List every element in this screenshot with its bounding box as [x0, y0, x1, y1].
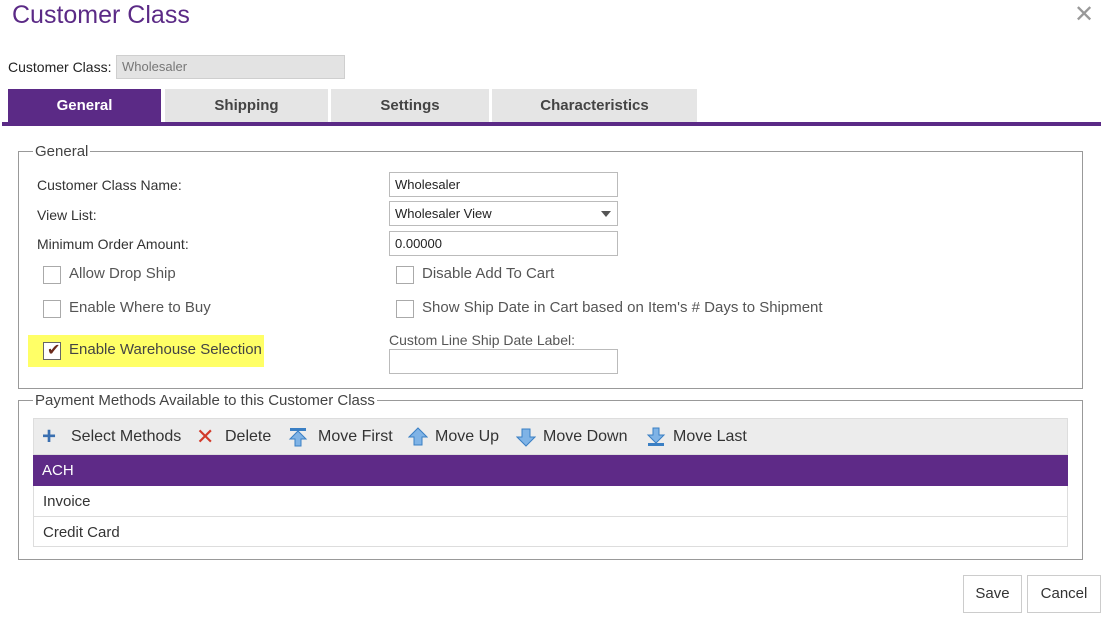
- customer-class-label: Customer Class:: [8, 59, 112, 75]
- save-button[interactable]: Save: [963, 575, 1022, 613]
- move-last-icon: [646, 419, 668, 455]
- allow-drop-ship-checkbox[interactable]: [43, 266, 61, 284]
- disable-add-to-cart-checkbox[interactable]: [396, 266, 414, 284]
- min-order-label: Minimum Order Amount:: [37, 236, 189, 252]
- move-last-button[interactable]: Move Last: [673, 419, 747, 455]
- tab-general[interactable]: General: [8, 89, 163, 122]
- disable-add-to-cart-label: Disable Add To Cart: [422, 265, 555, 282]
- enable-warehouse-selection-checkbox[interactable]: ✔: [43, 342, 61, 360]
- delete-icon: ✕: [196, 424, 215, 449]
- payment-methods-legend: Payment Methods Available to this Custom…: [35, 392, 375, 409]
- class-name-input[interactable]: Wholesaler: [389, 172, 618, 197]
- customer-class-field: Wholesaler: [116, 55, 345, 79]
- custom-ship-date-label: Custom Line Ship Date Label:: [389, 332, 575, 348]
- general-legend: General: [35, 143, 89, 160]
- payment-toolbar: + Select Methods ✕ Delete Move First Mov…: [33, 418, 1068, 455]
- move-first-icon: [288, 419, 310, 455]
- close-icon[interactable]: ✕: [1073, 3, 1095, 27]
- chevron-down-icon: [601, 211, 611, 217]
- checkmark-icon: ✔: [47, 342, 61, 359]
- min-order-input[interactable]: 0.00000: [389, 231, 618, 256]
- enable-where-to-buy-checkbox[interactable]: [43, 300, 61, 318]
- move-up-button[interactable]: Move Up: [435, 419, 499, 455]
- tab-shipping[interactable]: Shipping: [165, 89, 330, 122]
- table-row[interactable]: Credit Card: [33, 517, 1068, 547]
- move-first-button[interactable]: Move First: [318, 419, 393, 455]
- enable-warehouse-selection-label: Enable Warehouse Selection: [69, 341, 262, 358]
- tab-underline: [2, 122, 1101, 126]
- plus-icon: +: [42, 423, 57, 450]
- custom-ship-date-input[interactable]: [389, 349, 618, 374]
- allow-drop-ship-label: Allow Drop Ship: [69, 265, 176, 282]
- dialog-title: Customer Class: [12, 1, 190, 29]
- class-name-label: Customer Class Name:: [37, 177, 182, 193]
- table-row[interactable]: ACH: [33, 455, 1068, 486]
- enable-where-to-buy-label: Enable Where to Buy: [69, 299, 211, 316]
- tab-settings[interactable]: Settings: [331, 89, 491, 122]
- delete-button[interactable]: Delete: [225, 419, 271, 455]
- table-row[interactable]: Invoice: [33, 486, 1068, 517]
- move-down-button[interactable]: Move Down: [543, 419, 627, 455]
- view-list-label: View List:: [37, 207, 97, 223]
- show-ship-date-label: Show Ship Date in Cart based on Item's #…: [422, 299, 823, 316]
- view-list-select[interactable]: Wholesaler View: [389, 201, 618, 226]
- arrow-down-icon: [515, 419, 538, 455]
- arrow-up-icon: [407, 419, 430, 455]
- tab-characteristics[interactable]: Characteristics: [492, 89, 699, 122]
- select-methods-button[interactable]: Select Methods: [71, 419, 181, 455]
- view-list-value: Wholesaler View: [395, 206, 492, 221]
- cancel-button[interactable]: Cancel: [1027, 575, 1101, 613]
- show-ship-date-checkbox[interactable]: [396, 300, 414, 318]
